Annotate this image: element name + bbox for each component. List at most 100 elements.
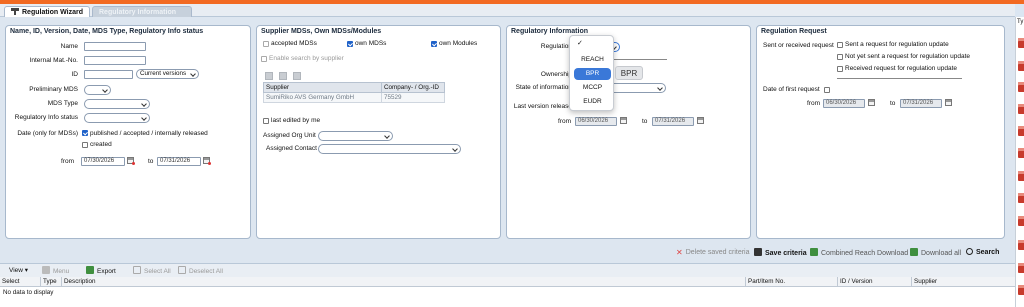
calendar-icon[interactable] [868,99,875,106]
column-header-part-no[interactable]: Part/Item No. [746,277,838,287]
view-menu[interactable]: View ▾ [9,266,28,276]
document-icon[interactable] [1018,38,1024,48]
document-icon[interactable] [1018,240,1024,250]
panel-supplier: Supplier MDSs, Own MDSs/Modules accepted… [256,25,501,239]
accepted-mds-checkbox[interactable] [263,41,269,47]
column-header-supplier[interactable]: Supplier [912,277,1015,287]
dropdown-option-reach[interactable]: REACH [574,54,611,66]
received-request-label: Received request for regulation update [845,65,958,72]
published-checkbox[interactable] [82,130,88,136]
own-mds-checkbox[interactable] [347,41,353,47]
ownership-label: Ownership [540,71,572,78]
search-button[interactable]: Search [966,248,999,256]
sent-request-checkbox[interactable] [837,42,843,48]
tab-regulation-wizard[interactable]: Regulation Wizard [4,6,90,17]
document-icon[interactable] [1018,61,1024,71]
to-date-input[interactable]: 07/31/2026 [900,99,942,108]
dropdown-option-bpr[interactable]: BPR [574,68,611,80]
first-request-checkbox[interactable] [824,87,830,93]
from-date-input[interactable]: 06/30/2026 [575,117,617,126]
grid-header: Select Type Description Part/Item No. ID… [0,277,1015,287]
download-all-button[interactable]: Download all [910,248,961,257]
document-icon[interactable] [1018,263,1024,273]
calendar-icon[interactable] [203,157,211,165]
add-supplier-icon[interactable] [265,72,273,80]
combined-reach-download-button[interactable]: Combined Reach Download [810,248,908,257]
edit-supplier-icon[interactable] [279,72,287,80]
document-icon[interactable] [1018,82,1024,92]
export-button[interactable]: Export [86,266,116,277]
x-icon: ✕ [676,248,683,257]
reg-info-status-select[interactable] [84,113,150,123]
document-icon[interactable] [1018,104,1024,114]
column-header: Supplier [263,82,382,93]
chevron-down-icon: ▾ [24,267,29,274]
accepted-mds-label: accepted MDSs [271,40,317,47]
to-label: to [148,158,154,165]
column-header-select[interactable]: Select [0,277,41,287]
menu-button[interactable]: Menu [42,266,69,277]
table-row[interactable]: SumiRiko AVS Germany GmbH 75529 [263,92,445,103]
mds-type-select[interactable] [84,99,150,109]
document-icon[interactable] [1018,216,1024,226]
published-label: published / accepted / internally releas… [90,130,208,137]
enable-supplier-search-label: Enable search by supplier [269,55,344,62]
column-header-id-version[interactable]: ID / Version [838,277,912,287]
created-checkbox[interactable] [82,142,88,148]
excel-icon [910,248,918,256]
delete-supplier-icon[interactable] [293,72,301,80]
panel-title: Name, ID, Version, Date, MDS Type, Regul… [10,28,204,35]
calendar-icon[interactable] [620,117,627,124]
own-modules-checkbox[interactable] [431,41,437,47]
excel-icon [810,248,818,256]
from-date-input[interactable]: 06/30/2026 [823,99,865,108]
state-label: State of information [515,84,572,91]
contact-label: Assigned Contact [266,145,317,152]
document-icon[interactable] [1018,193,1024,203]
result-toolbar: View ▾ Menu Export Select All Deselect A… [0,263,1015,277]
not-sent-request-checkbox[interactable] [837,54,843,60]
supplier-cell: SumiRiko AVS Germany GmbH [263,92,382,103]
divider [837,78,962,79]
deselect-all-button[interactable]: Deselect All [178,266,223,277]
calendar-icon[interactable] [697,117,704,124]
search-criteria-area: Name, ID, Version, Date, MDS Type, Regul… [0,17,1015,263]
calendar-icon[interactable] [127,157,135,165]
id-input[interactable] [84,70,133,79]
panel-title: Supplier MDSs, Own MDSs/Modules [261,28,382,35]
to-date-input[interactable]: 07/31/2026 [157,157,201,166]
document-icon[interactable] [1018,126,1024,136]
document-icon[interactable] [1018,171,1024,181]
last-edited-checkbox[interactable] [263,118,269,124]
mat-no-input[interactable] [84,56,146,65]
name-input[interactable] [84,42,146,51]
regulation-dropdown: ✓ REACH BPR MCCP EUDR [569,35,614,111]
dropdown-option-eudr[interactable]: EUDR [574,96,611,108]
received-request-checkbox[interactable] [837,66,843,72]
column-header-description[interactable]: Description [62,277,746,287]
enable-supplier-search-checkbox[interactable] [261,56,267,62]
delete-criteria-button[interactable]: ✕ Delete saved criteria [676,248,750,257]
version-select[interactable]: Current versions [136,69,199,79]
to-label: to [890,100,896,107]
dropdown-option-mccp[interactable]: MCCP [574,82,611,94]
save-criteria-button[interactable]: Save criteria [754,248,807,257]
org-unit-label: Assigned Org Unit [263,132,316,139]
from-label: from [807,100,820,107]
checkbox-icon [133,266,141,274]
document-icon[interactable] [1018,285,1024,295]
preliminary-select[interactable] [84,85,111,95]
contact-select[interactable] [318,144,461,154]
tab-regulatory-information[interactable]: Regulatory Information [92,6,192,17]
option-tooltip: BPR [615,66,643,80]
select-all-button[interactable]: Select All [133,266,171,277]
supplier-table: Supplier Company- / Org.-ID SumiRiko AVS… [263,82,445,103]
last-version-label: Last version release [513,103,572,110]
calendar-icon[interactable] [945,99,952,106]
column-header-type[interactable]: Type [41,277,62,287]
to-date-input[interactable]: 07/31/2026 [652,117,694,126]
document-icon[interactable] [1018,148,1024,158]
from-date-input[interactable]: 07/30/2026 [81,157,125,166]
panel-mds-criteria: Name, ID, Version, Date, MDS Type, Regul… [5,25,251,239]
org-unit-select[interactable] [318,131,393,141]
